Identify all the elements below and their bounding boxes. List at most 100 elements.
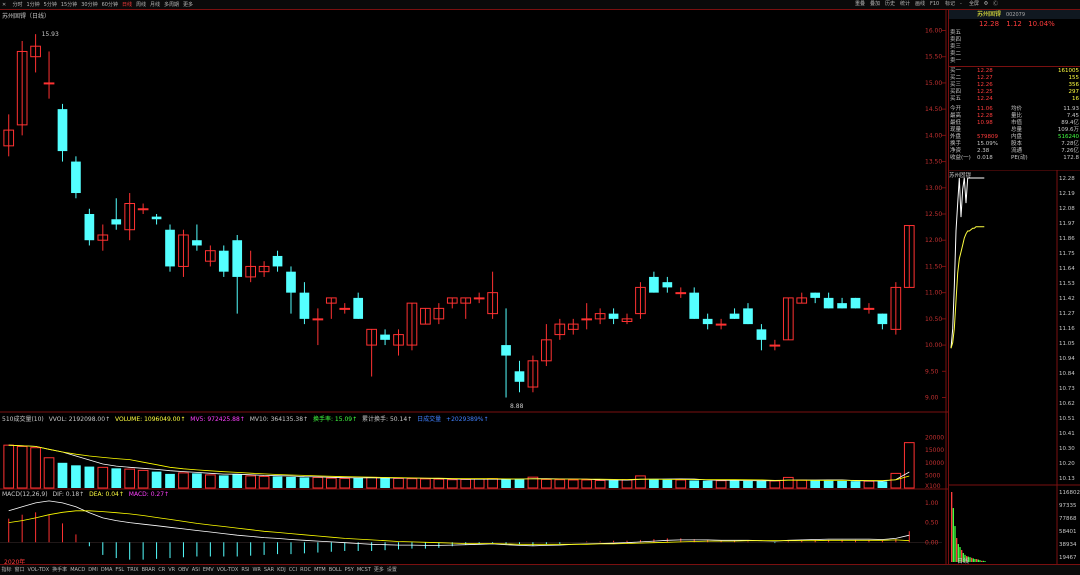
stat-key[interactable]: 最低: [950, 120, 961, 127]
candle-body-21: [286, 271, 296, 293]
mini-price-tick-7: 11.53: [1059, 281, 1075, 287]
stat-value[interactable]: 10.98: [977, 120, 993, 127]
buy-volume[interactable]: 16: [1072, 96, 1079, 103]
stat-value[interactable]: 11.06: [977, 106, 993, 113]
buy-label[interactable]: 买三: [950, 82, 961, 89]
mini-price-tick-14: 10.73: [1059, 386, 1075, 392]
mini-price-tick-12: 10.94: [1059, 356, 1075, 362]
volume-bar-38: [514, 478, 525, 488]
volume-bar-62: [837, 480, 847, 488]
buy-price[interactable]: 12.24: [977, 96, 993, 103]
stat-key-2[interactable]: 量比: [1011, 113, 1022, 120]
stat-key-2[interactable]: 总量: [1011, 127, 1022, 134]
stat-value-2[interactable]: 172.8: [1063, 155, 1079, 162]
period-tab-1[interactable]: 1分钟: [24, 1, 41, 9]
toolbar-right-item-7[interactable]: -: [960, 0, 962, 8]
toolbar-right-item-8[interactable]: 全屏: [969, 0, 979, 8]
period-tab-6[interactable]: 日线: [120, 1, 134, 9]
period-tab-4[interactable]: 30分钟: [79, 1, 99, 9]
volume-bar-4: [57, 462, 68, 488]
period-tab-7[interactable]: 周线: [134, 1, 148, 9]
period-tab-10[interactable]: 更多: [181, 1, 195, 9]
stat-value[interactable]: 15.09%: [977, 141, 998, 148]
stat-key-2[interactable]: 市值: [1011, 120, 1022, 127]
stat-key[interactable]: 收益(一): [950, 155, 971, 162]
stat-value[interactable]: 12.28: [977, 113, 993, 120]
close-icon[interactable]: ✕: [0, 1, 8, 9]
period-tab-2[interactable]: 5分钟: [42, 1, 59, 9]
buy-volume[interactable]: 356: [1069, 82, 1080, 89]
period-tab-0[interactable]: 分时: [10, 1, 24, 9]
toolbar-right-item-10[interactable]: Ⓒ: [993, 0, 998, 8]
buy-price[interactable]: 12.25: [977, 89, 993, 96]
mini-volume-bar-14: [974, 559, 976, 562]
sell-label[interactable]: 卖二: [950, 51, 961, 58]
stat-key-2[interactable]: PE(动): [1011, 155, 1028, 162]
stat-value[interactable]: 2.38: [977, 148, 989, 155]
stat-value-2[interactable]: 7.45: [1067, 113, 1079, 120]
toolbar-right-item-4[interactable]: 画线: [915, 0, 925, 8]
period-tab-9[interactable]: 多周期: [162, 1, 181, 9]
volume-tick-label-2: 10000: [925, 460, 944, 467]
sell-label[interactable]: 卖四: [950, 37, 961, 44]
mini-volume-bar-13: [972, 558, 974, 562]
toolbar-right-item-0[interactable]: 重叠: [855, 0, 865, 8]
stat-key[interactable]: 换手: [950, 141, 961, 148]
buy-label[interactable]: 买四: [950, 89, 961, 96]
stat-key[interactable]: 最高: [950, 113, 961, 120]
buy-volume[interactable]: 155: [1069, 75, 1080, 82]
sell-label[interactable]: 卖三: [950, 44, 961, 51]
toolbar-right-item-2[interactable]: 历史: [885, 0, 895, 8]
stat-key[interactable]: 今开: [950, 106, 961, 113]
toolbar-right-item-1[interactable]: 叠加: [870, 0, 880, 8]
macd-tick-label-1: 0.50: [925, 520, 939, 527]
price-tick-label-11: 10.50: [925, 316, 942, 323]
buy-price[interactable]: 12.28: [977, 68, 993, 75]
buy-volume[interactable]: 297: [1069, 89, 1080, 96]
volume-bar-7: [97, 466, 109, 489]
stat-value-2[interactable]: 89.4亿: [1061, 120, 1079, 127]
mini-volume-bar-20: [984, 561, 986, 562]
volume-bar-43: [581, 479, 593, 489]
buy-label[interactable]: 买一: [950, 68, 961, 75]
toolbar-right-item-9[interactable]: Φ: [984, 0, 988, 8]
stat-value-2[interactable]: 11.93: [1063, 106, 1079, 113]
candle-body-11: [151, 216, 162, 220]
period-tab-8[interactable]: 月线: [148, 1, 162, 9]
stat-value-2[interactable]: 516240: [1058, 134, 1079, 141]
buy-volume[interactable]: 161005: [1058, 68, 1079, 75]
buy-label[interactable]: 买二: [950, 75, 961, 82]
sell-label[interactable]: 卖一: [950, 58, 961, 65]
period-tab-3[interactable]: 15分钟: [59, 1, 79, 9]
volume-bar-55: [743, 480, 753, 488]
volume-bar-51: [689, 480, 700, 488]
toolbar-right-item-5[interactable]: F10: [930, 0, 939, 8]
sell-label[interactable]: 卖五: [950, 30, 961, 37]
stat-value-2[interactable]: 109.6万: [1058, 127, 1079, 134]
buy-label[interactable]: 买五: [950, 96, 961, 103]
stat-value[interactable]: 579809: [977, 134, 998, 141]
stat-key[interactable]: 现量: [950, 127, 961, 134]
macd-dea-line: [8, 510, 910, 545]
buy-price[interactable]: 12.26: [977, 82, 993, 89]
toolbar-right-item-3[interactable]: 统计: [900, 0, 910, 8]
stat-key-2[interactable]: 流通: [1011, 148, 1022, 155]
stat-value[interactable]: 0.018: [977, 155, 993, 162]
stat-value-2[interactable]: 7.26亿: [1061, 148, 1079, 155]
change-pct: 10.04%: [1028, 20, 1055, 28]
buy-price[interactable]: 12.27: [977, 75, 993, 82]
volume-ma10-line: [8, 444, 910, 481]
toolbar-right-item-6[interactable]: 标记: [945, 0, 955, 8]
mini-volume-bar-12: [971, 557, 973, 562]
stat-key-2[interactable]: 内盘: [1011, 134, 1022, 141]
stat-key[interactable]: 净资: [950, 148, 961, 155]
stat-value-2[interactable]: 7.28亿: [1061, 141, 1079, 148]
mv10-value: MV10: 364135.38↑: [249, 416, 309, 423]
stat-key-2[interactable]: 均价: [1011, 106, 1022, 113]
period-tab-5[interactable]: 60分钟: [100, 1, 120, 9]
stat-key[interactable]: 外盘: [950, 134, 961, 141]
stat-key-2[interactable]: 股本: [1011, 141, 1022, 148]
candle-body-52: [702, 318, 713, 325]
mini-volume-bar-0: [951, 492, 953, 562]
volume-bar-15: [204, 474, 216, 489]
